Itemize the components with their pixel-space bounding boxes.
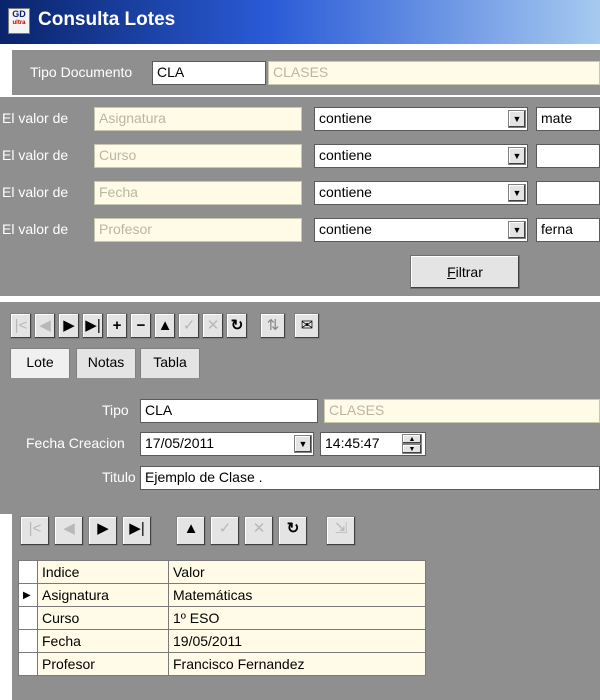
tipo-description: CLASES (324, 399, 600, 423)
tipo-documento-label: Tipo Documento (30, 64, 133, 80)
edit-record-icon[interactable]: ▲ (176, 516, 206, 546)
valor-cell[interactable]: Francisco Fernandez (168, 652, 426, 676)
tipo-documento-description: CLASES (268, 61, 600, 85)
filter-prefix-label: El valor de (2, 110, 69, 126)
mail-icon[interactable]: ✉ (294, 313, 320, 339)
valor-cell[interactable]: 19/05/2011 (168, 629, 426, 653)
table-row[interactable]: Curso 1º ESO (18, 606, 426, 630)
next-record-icon[interactable]: ▶ (58, 313, 80, 339)
filter-value-input[interactable] (536, 144, 600, 168)
fecha-creacion-input[interactable]: 17/05/2011 (140, 432, 314, 456)
filter-operator-select[interactable]: contiene (314, 218, 528, 242)
filter-button-accel: F (447, 264, 456, 280)
filter-field-fecha: Fecha (94, 181, 302, 205)
row-indicator (18, 606, 38, 630)
tab-notas[interactable]: Notas (76, 348, 136, 378)
tab-tabla[interactable]: Tabla (140, 348, 200, 378)
filter-operator-select[interactable]: contiene (314, 144, 528, 168)
edit-record-icon[interactable]: ▲ (154, 313, 176, 339)
filter-field-curso: Curso (94, 144, 302, 168)
indice-cell[interactable]: Profesor (37, 652, 169, 676)
filter-operator-select[interactable]: contiene (314, 181, 528, 205)
calendar-dropdown-icon[interactable]: ▼ (294, 435, 312, 453)
app-logo-icon: GD ultra (8, 8, 30, 34)
first-record-icon[interactable]: |< (10, 313, 32, 339)
logo-text-bottom: ultra (12, 20, 26, 26)
titulo-input[interactable]: Ejemplo de Clase . (140, 466, 600, 490)
title-bar: GD ultra Consulta Lotes (0, 0, 600, 44)
tab-lote[interactable]: Lote (10, 348, 70, 378)
filter-value-input[interactable]: mate (536, 107, 600, 131)
delete-record-icon[interactable]: − (130, 313, 152, 339)
fecha-creacion-label: Fecha Creacion (26, 435, 125, 451)
refresh-icon[interactable]: ↻ (226, 313, 248, 339)
valor-cell[interactable]: 1º ESO (168, 606, 426, 630)
filter-prefix-label: El valor de (2, 221, 69, 237)
spin-up-icon[interactable]: ▲ (402, 434, 422, 444)
tipo-input[interactable]: CLA (140, 399, 318, 423)
chevron-down-icon[interactable]: ▼ (508, 147, 526, 165)
prior-record-icon[interactable]: ◀ (54, 516, 84, 546)
filter-field-asignatura: Asignatura (94, 107, 302, 131)
cancel-record-icon[interactable]: ✕ (244, 516, 274, 546)
post-record-icon[interactable]: ✓ (210, 516, 240, 546)
table-row[interactable]: Fecha 19/05/2011 (18, 629, 426, 653)
cancel-record-icon[interactable]: ✕ (202, 313, 224, 339)
import-icon[interactable]: ⇲ (326, 516, 356, 546)
row-indicator (18, 652, 38, 676)
grid-header-row: Indice Valor (18, 560, 426, 584)
filter-prefix-label: El valor de (2, 184, 69, 200)
filter-value-input[interactable]: ferna (536, 218, 600, 242)
last-record-icon[interactable]: ▶| (82, 313, 104, 339)
table-row[interactable]: Profesor Francisco Fernandez (18, 652, 426, 676)
next-record-icon[interactable]: ▶ (88, 516, 118, 546)
row-indicator-header (18, 560, 38, 584)
logo-text-top: GD (12, 9, 26, 19)
indice-cell[interactable]: Curso (37, 606, 169, 630)
valor-cell[interactable]: Matemáticas (168, 583, 426, 607)
window-title: Consulta Lotes (38, 9, 176, 30)
swap-icon[interactable]: ⇅ (260, 313, 286, 339)
row-indicator (18, 629, 38, 653)
post-record-icon[interactable]: ✓ (178, 313, 200, 339)
chevron-down-icon[interactable]: ▼ (508, 184, 526, 202)
filter-prefix-label: El valor de (2, 147, 69, 163)
chevron-down-icon[interactable]: ▼ (508, 110, 526, 128)
column-header-indice[interactable]: Indice (37, 560, 169, 584)
current-row-indicator-icon: ▶ (18, 583, 38, 607)
indice-cell[interactable]: Asignatura (37, 583, 169, 607)
chevron-down-icon[interactable]: ▼ (508, 221, 526, 239)
filter-button-label: iltrar (455, 264, 483, 280)
prior-record-icon[interactable]: ◀ (34, 313, 56, 339)
filter-field-profesor: Profesor (94, 218, 302, 242)
filter-button[interactable]: Filtrar (410, 255, 520, 289)
refresh-icon[interactable]: ↻ (278, 516, 308, 546)
titulo-label: Titulo (102, 469, 136, 485)
spin-down-icon[interactable]: ▼ (402, 444, 422, 454)
tipo-label: Tipo (102, 402, 129, 418)
first-record-icon[interactable]: |< (20, 516, 50, 546)
indice-cell[interactable]: Fecha (37, 629, 169, 653)
insert-record-icon[interactable]: + (106, 313, 128, 339)
detail-grid: Indice Valor ▶ Asignatura Matemáticas Cu… (18, 560, 426, 676)
table-row[interactable]: ▶ Asignatura Matemáticas (18, 583, 426, 607)
last-record-icon[interactable]: ▶| (122, 516, 152, 546)
column-header-valor[interactable]: Valor (168, 560, 426, 584)
filter-operator-select[interactable]: contiene (314, 107, 528, 131)
filter-value-input[interactable] (536, 181, 600, 205)
tipo-documento-input[interactable]: CLA (152, 61, 266, 85)
